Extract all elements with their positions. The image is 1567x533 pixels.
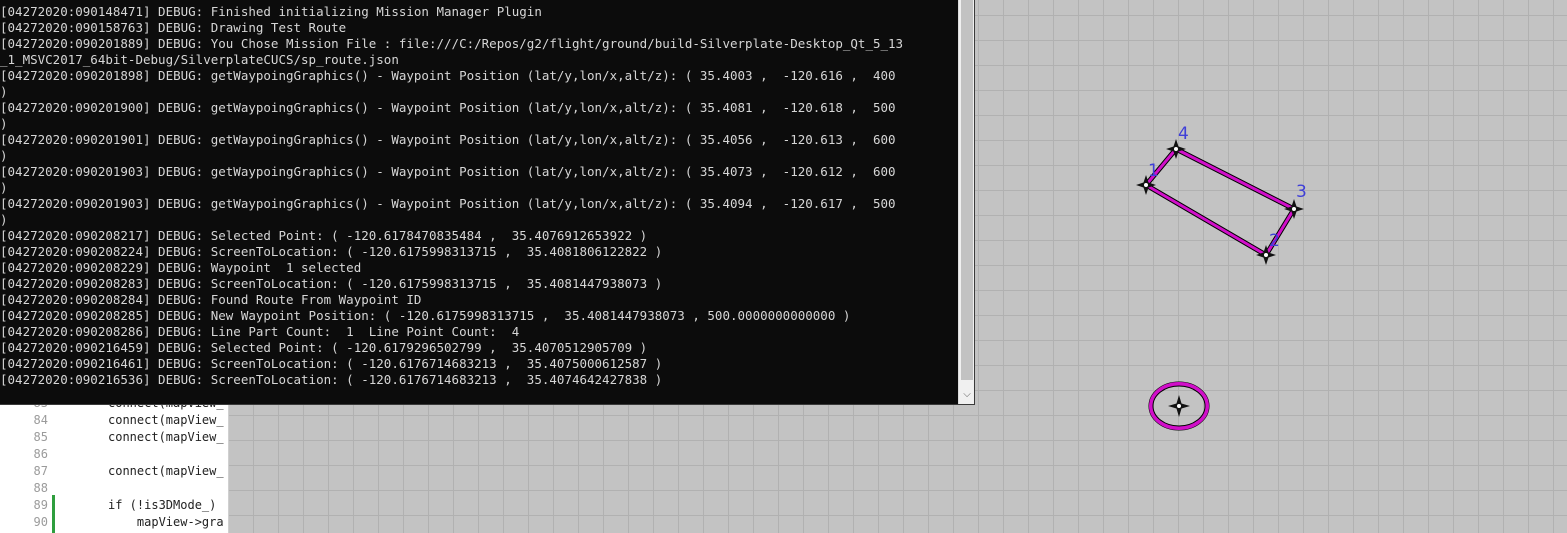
code-line: 86 [33,447,48,461]
console-line: ) [0,212,8,227]
scroll-thumb[interactable] [961,0,973,380]
waypoint-label-3: 3 [1296,182,1307,202]
console-line: ) [0,116,8,131]
console-line: [04272020:090201901] DEBUG: getWaypoingG… [0,132,896,147]
change-indicator [52,495,55,533]
code-line: 88 [33,481,48,495]
console-line: [04272020:090216461] DEBUG: ScreenToLoca… [0,356,663,371]
console-line: [04272020:090208224] DEBUG: ScreenToLoca… [0,244,663,259]
console-line: [04272020:090208217] DEBUG: Selected Poi… [0,228,648,243]
waypoint-label-1: 1 [1148,161,1159,181]
code-line: 90 mapView->gra [33,515,224,529]
console-line: [04272020:090208286] DEBUG: Line Part Co… [0,324,520,339]
console-output: [04272020:090148471] DEBUG: Finished ini… [0,0,958,388]
debug-console[interactable]: [04272020:090148471] DEBUG: Finished ini… [0,0,975,405]
console-scrollbar[interactable]: ⌵ [958,0,974,404]
console-line: [04272020:090216459] DEBUG: Selected Poi… [0,340,648,355]
console-line: [04272020:090201903] DEBUG: getWaypoingG… [0,164,896,179]
console-line: [04272020:090201900] DEBUG: getWaypoingG… [0,100,896,115]
console-line: [04272020:090208284] DEBUG: Found Route … [0,292,422,307]
console-line: [04272020:090216536] DEBUG: ScreenToLoca… [0,372,663,387]
console-line: ) [0,180,8,195]
location-marker[interactable] [1148,381,1210,431]
console-line: [04272020:090158763] DEBUG: Drawing Test… [0,20,347,35]
console-line: [04272020:090208285] DEBUG: New Waypoint… [0,308,851,323]
console-line: [04272020:090208283] DEBUG: ScreenToLoca… [0,276,663,291]
chevron-down-icon[interactable]: ⌵ [961,388,973,402]
code-line: 85 connect(mapView_ [33,430,224,444]
console-line: [04272020:090201903] DEBUG: getWaypoingG… [0,196,896,211]
console-line: ) [0,148,8,163]
console-line: ) [0,84,8,99]
console-line: [04272020:090201898] DEBUG: getWaypoingG… [0,68,896,83]
console-line: [04272020:090201889] DEBUG: You Chose Mi… [0,36,904,51]
code-line: 84 connect(mapView_ [33,413,224,427]
waypoint-label-2: 2 [1269,231,1280,251]
console-line: _1_MSVC2017_64bit-Debug/SilverplateCUCS/… [0,52,399,67]
console-line: [04272020:090148471] DEBUG: Finished ini… [0,4,542,19]
code-line: 89 if (!is3DMode_) [33,498,217,512]
code-line: 87 connect(mapView_ [33,464,224,478]
code-editor[interactable]: 83connect(mapView_ 84connect(mapView_ 85… [0,395,229,533]
console-line: [04272020:090208229] DEBUG: Waypoint 1 s… [0,260,362,275]
waypoint-label-4: 4 [1178,124,1189,144]
